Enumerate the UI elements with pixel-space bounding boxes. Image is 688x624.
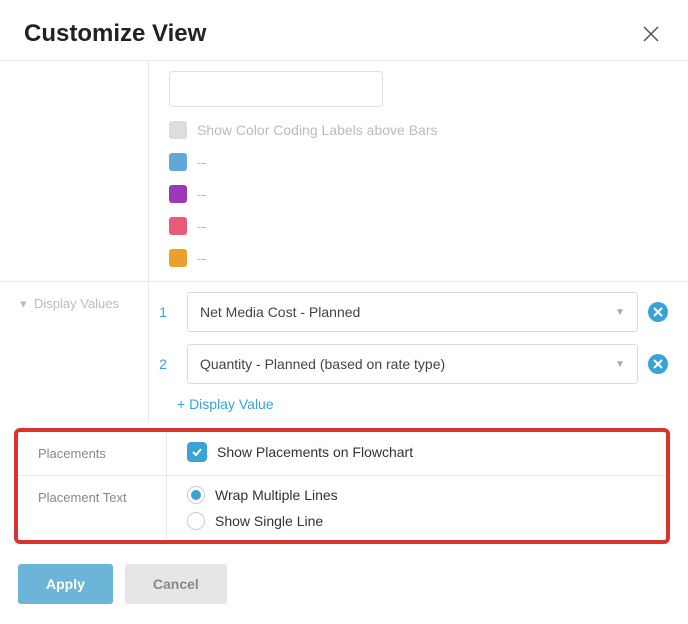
- display-value-index: 1: [149, 304, 177, 320]
- section-label-color-coding: Color Coding: [0, 61, 148, 281]
- cancel-button[interactable]: Cancel: [125, 564, 227, 604]
- show-labels-row[interactable]: Show Color Coding Labels above Bars: [169, 121, 668, 139]
- close-icon: [642, 25, 660, 43]
- section-label-display-values[interactable]: ▾ Display Values: [0, 282, 148, 422]
- chevron-down-icon: ▾: [20, 296, 30, 312]
- display-value-text: Net Media Cost - Planned: [200, 304, 360, 320]
- checkbox-checked-icon: [187, 442, 207, 462]
- radio-label: Wrap Multiple Lines: [215, 487, 338, 503]
- display-values-section: ▾ Display Values 1 Net Media Cost - Plan…: [0, 281, 688, 422]
- dialog-title: Customize View: [24, 20, 206, 48]
- checkbox-unchecked-icon: [169, 121, 187, 139]
- add-display-value-link[interactable]: + Display Value: [149, 396, 668, 412]
- color-item: --: [169, 217, 668, 235]
- show-labels-text: Show Color Coding Labels above Bars: [197, 122, 437, 138]
- remove-icon: [653, 307, 663, 317]
- radio-selected-icon: [187, 486, 205, 504]
- color-item: --: [169, 185, 668, 203]
- display-value-select[interactable]: Net Media Cost - Planned ▼: [187, 292, 638, 332]
- dialog-footer: Apply Cancel: [0, 544, 688, 624]
- remove-value-button[interactable]: [648, 354, 668, 374]
- display-value-index: 2: [149, 356, 177, 372]
- dialog-header: Customize View: [0, 0, 688, 60]
- color-item-label: --: [197, 218, 206, 234]
- color-item-label: --: [197, 186, 206, 202]
- placement-text-option[interactable]: Wrap Multiple Lines: [187, 486, 646, 504]
- placements-checkbox-row[interactable]: Show Placements on Flowchart: [187, 442, 646, 462]
- placements-checkbox-label: Show Placements on Flowchart: [217, 444, 413, 460]
- color-swatch-icon: [169, 217, 187, 235]
- color-item: --: [169, 153, 668, 171]
- color-item-label: --: [197, 154, 206, 170]
- placement-text-section: Placement Text Wrap Multiple Lines Show …: [18, 475, 666, 540]
- placements-section: Placements Show Placements on Flowchart: [18, 432, 666, 475]
- color-swatch-icon: [169, 185, 187, 203]
- radio-label: Show Single Line: [215, 513, 323, 529]
- remove-icon: [653, 359, 663, 369]
- placement-text-option[interactable]: Show Single Line: [187, 512, 646, 530]
- highlighted-region: Placements Show Placements on Flowchart …: [14, 428, 670, 544]
- remove-value-button[interactable]: [648, 302, 668, 322]
- section-label-placements: Placements: [18, 432, 166, 475]
- display-value-text: Quantity - Planned (based on rate type): [200, 356, 445, 372]
- display-value-row: 1 Net Media Cost - Planned ▼: [149, 292, 668, 332]
- color-item-label: --: [197, 250, 206, 266]
- apply-button[interactable]: Apply: [18, 564, 113, 604]
- caret-down-icon: ▼: [615, 359, 625, 370]
- color-swatch-icon: [169, 153, 187, 171]
- color-coding-section: Color Coding Show Color Coding Labels ab…: [0, 60, 688, 281]
- display-value-row: 2 Quantity - Planned (based on rate type…: [149, 344, 668, 384]
- section-label-placement-text: Placement Text: [18, 476, 166, 540]
- color-swatch-icon: [169, 249, 187, 267]
- radio-unselected-icon: [187, 512, 205, 530]
- close-button[interactable]: [638, 21, 664, 47]
- display-value-select[interactable]: Quantity - Planned (based on rate type) …: [187, 344, 638, 384]
- color-item: --: [169, 249, 668, 267]
- color-coding-input[interactable]: [169, 71, 383, 107]
- caret-down-icon: ▼: [615, 307, 625, 318]
